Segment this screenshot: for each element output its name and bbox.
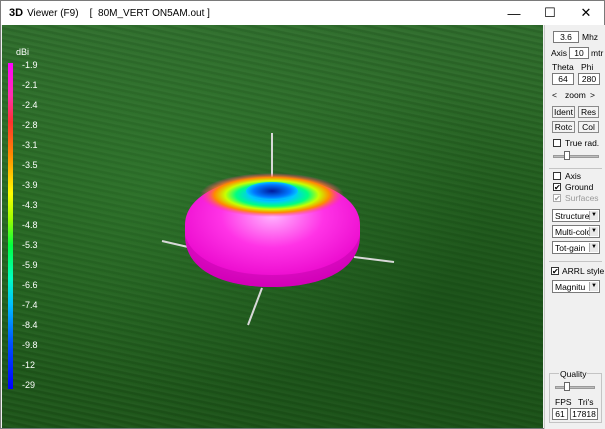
scale-value: -4.8 <box>22 220 38 230</box>
chevron-down-icon: ▼ <box>589 243 598 252</box>
gain-type-select-value: Tot-gain <box>555 242 586 253</box>
scale-value: -2.8 <box>22 120 38 130</box>
gain-type-select[interactable]: Tot-gain ▼ <box>552 241 600 254</box>
scale-value: -9.8 <box>22 340 38 350</box>
title-bar[interactable]: 3D Viewer (F9) [ 80M_VERT ON5AM.out ] — … <box>1 1 604 25</box>
structure-select[interactable]: Structure ▼ <box>552 209 600 222</box>
maximize-button[interactable]: ☐ <box>532 1 568 25</box>
surfaces-checkbox[interactable]: ✔ <box>553 194 561 203</box>
axis-length-input[interactable]: 10 <box>569 47 589 59</box>
window-title: Viewer (F9) [ 80M_VERT ON5AM.out ] <box>27 7 210 19</box>
viewer-window: 3D Viewer (F9) [ 80M_VERT ON5AM.out ] — … <box>0 0 605 429</box>
axis-length-unit: mtr <box>591 48 604 58</box>
divider <box>549 261 602 262</box>
y-axis <box>247 287 263 326</box>
x-axis-neg <box>161 240 189 248</box>
scale-unit: dBi <box>16 47 30 57</box>
app-logo: 3D <box>9 7 24 19</box>
radius-slider-thumb[interactable] <box>564 151 570 160</box>
quality-label: Quality <box>559 369 588 379</box>
radiation-pattern-render <box>161 133 395 326</box>
scale-value: -3.5 <box>22 160 38 170</box>
zoom-label: zoom <box>565 90 586 100</box>
phi-input[interactable]: 280 <box>578 73 600 85</box>
frequency-unit: Mhz <box>582 32 599 42</box>
fps-label: FPS <box>555 397 572 407</box>
scale-value: -2.1 <box>22 80 38 90</box>
zoom-in-button[interactable]: > <box>590 90 595 100</box>
scale-value: -7.4 <box>22 300 38 310</box>
scale-value: -1.9 <box>22 60 38 70</box>
ground-label: Ground <box>565 182 594 192</box>
ident-button[interactable]: Ident <box>552 106 575 118</box>
divider <box>549 168 602 169</box>
frequency-input[interactable]: 3.6 <box>553 31 579 43</box>
axis-checkbox-label: Axis <box>565 171 582 181</box>
scale-value: -12 <box>22 360 36 370</box>
axis-checkbox[interactable] <box>553 172 561 180</box>
phi-label: Phi <box>581 62 594 72</box>
quality-slider-track[interactable] <box>555 386 595 389</box>
scale-value: -6.6 <box>22 280 38 290</box>
color-mode-select[interactable]: Multi-colo ▼ <box>552 225 600 238</box>
scale-value: -2.4 <box>22 100 38 110</box>
magnitude-select-value: Magnitu <box>555 281 586 292</box>
scale-value: -8.4 <box>22 320 38 330</box>
scale-value: -4.3 <box>22 200 38 210</box>
ground-checkbox[interactable]: ✔ <box>553 183 561 192</box>
arrl-style-label: ARRL style <box>562 266 605 276</box>
scale-value: -3.9 <box>22 180 38 190</box>
theta-input[interactable]: 64 <box>552 73 574 85</box>
theta-label: Theta <box>552 62 574 72</box>
true-rad-checkbox[interactable] <box>553 139 561 147</box>
true-rad-label: True rad. <box>565 138 600 148</box>
tris-label: Tri's <box>578 397 594 407</box>
3d-viewport[interactable]: dBi -1.9 -2.1 -2.4 -2.8 -3.1 -3.5 -3.9 -… <box>2 25 543 428</box>
zoom-out-button[interactable]: < <box>552 90 557 100</box>
color-mode-select-value: Multi-colo <box>555 226 592 237</box>
control-panel: 3.6 Mhz Axis 10 mtr Theta Phi 64 280 < z… <box>544 25 605 429</box>
torus-hole <box>246 182 298 200</box>
window-controls: — ☐ ✕ <box>496 1 604 25</box>
axis-length-label: Axis <box>551 48 568 58</box>
chevron-down-icon: ▼ <box>589 282 598 291</box>
scale-value: -5.3 <box>22 240 38 250</box>
chevron-down-icon: ▼ <box>589 211 598 220</box>
quality-slider-thumb[interactable] <box>564 382 570 391</box>
chevron-down-icon: ▼ <box>589 227 598 236</box>
scale-value: -5.9 <box>22 260 38 270</box>
magnitude-select[interactable]: Magnitu ▼ <box>552 280 600 293</box>
col-button[interactable]: Col <box>578 121 599 133</box>
scale-value: -29 <box>22 380 36 390</box>
arrl-style-checkbox[interactable]: ✔ <box>551 267 559 276</box>
surfaces-label: Surfaces <box>565 193 599 203</box>
close-button[interactable]: ✕ <box>568 1 604 25</box>
radius-slider-track[interactable] <box>553 155 599 158</box>
tris-value: 17818 <box>570 408 598 420</box>
fps-value: 61 <box>552 408 568 420</box>
minimize-button[interactable]: — <box>496 1 532 25</box>
x-axis-pos <box>353 256 395 263</box>
color-scale-bar <box>8 63 13 389</box>
scale-value: -3.1 <box>22 140 38 150</box>
res-button[interactable]: Res <box>578 106 599 118</box>
structure-select-value: Structure <box>555 210 590 221</box>
rotc-button[interactable]: Rotc <box>552 121 575 133</box>
